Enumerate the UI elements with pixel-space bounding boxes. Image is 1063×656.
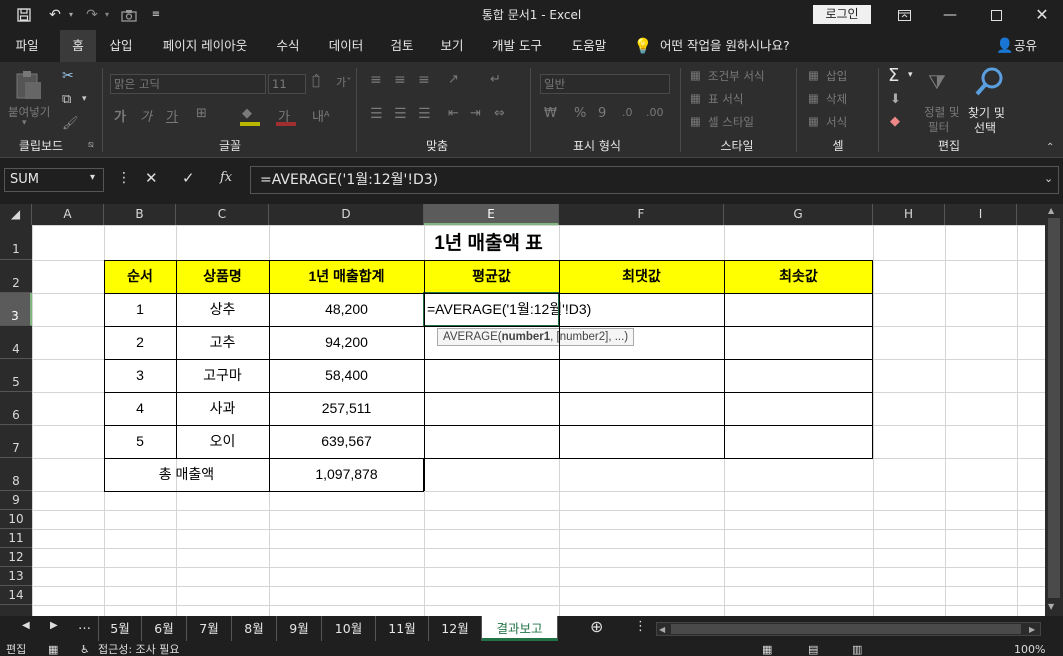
vertical-scrollbar[interactable]: ▲ ▼ [1045, 204, 1063, 616]
sheet-tab-november[interactable]: 11월 [376, 616, 429, 641]
scroll-left-icon[interactable]: ◀ [659, 623, 665, 636]
mode-indicator: 편집 [6, 643, 27, 656]
sheet-tab-december[interactable]: 12월 [429, 616, 482, 641]
zoom-level[interactable]: 100% [1014, 643, 1045, 656]
tab-split-icon[interactable]: ⋮ [634, 619, 647, 634]
scroll-up-icon[interactable]: ▲ [1048, 206, 1054, 215]
sheet-tab-may[interactable]: 5월 [98, 616, 142, 641]
table-borders [104, 260, 873, 492]
macro-record-icon[interactable]: ▦ [48, 643, 58, 656]
sheet-tab-july[interactable]: 7월 [187, 616, 232, 641]
page-break-view-icon[interactable]: ▥ [852, 643, 862, 656]
vertical-scroll-thumb[interactable] [1048, 218, 1060, 598]
page-layout-view-icon[interactable]: ▤ [808, 643, 818, 656]
sheet-tab-october[interactable]: 10월 [322, 616, 376, 641]
sheet-tab-august[interactable]: 8월 [232, 616, 277, 641]
scroll-tabs-right-icon[interactable]: ▶ [50, 620, 58, 631]
new-sheet-icon[interactable]: ⊕ [590, 617, 603, 636]
scroll-tabs-left-icon[interactable]: ◀ [22, 620, 30, 631]
normal-view-icon[interactable]: ▦ [762, 643, 772, 656]
scroll-down-icon[interactable]: ▼ [1048, 602, 1054, 611]
horizontal-scrollbar[interactable]: ◀ ▶ [656, 622, 1041, 636]
horizontal-scroll-thumb[interactable] [671, 624, 1021, 634]
sheet-tab-september[interactable]: 9월 [277, 616, 322, 641]
sheet-tab-june[interactable]: 6월 [142, 616, 187, 641]
sheet-tab-result-report[interactable]: 결과보고 [482, 616, 558, 641]
scroll-right-icon[interactable]: ▶ [1029, 623, 1035, 636]
accessibility-icon[interactable]: ♿ [80, 643, 90, 656]
accessibility-status[interactable]: 접근성: 조사 필요 [98, 643, 180, 656]
more-sheets-icon[interactable]: … [78, 618, 91, 633]
